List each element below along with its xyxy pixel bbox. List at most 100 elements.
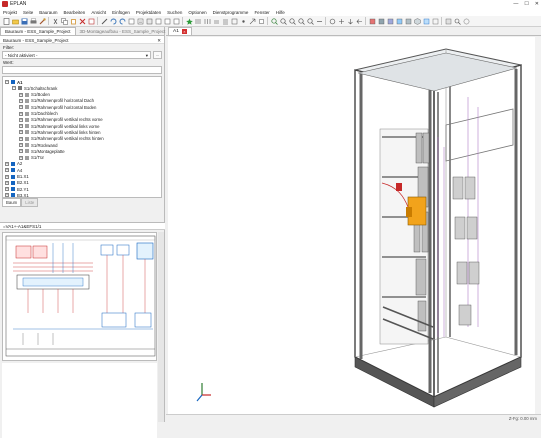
tab-liste[interactable]: Liste: [21, 198, 39, 207]
zoom-window-icon[interactable]: [279, 17, 287, 25]
menu-ansicht[interactable]: Ansicht: [88, 10, 109, 15]
macro-icon[interactable]: [163, 17, 171, 25]
tree-item[interactable]: + S1/Rahmenprofil vertikal rechts vorne: [19, 117, 103, 123]
rotate-icon[interactable]: [337, 17, 345, 25]
cut-icon[interactable]: [51, 17, 59, 25]
preview-scrollbar[interactable]: [158, 232, 164, 422]
tree-item[interactable]: + S1/Rückwand: [19, 142, 58, 148]
expand-icon[interactable]: +: [19, 124, 23, 129]
view-wire-icon[interactable]: [431, 17, 439, 25]
expand-icon[interactable]: +: [19, 149, 23, 154]
tree-item[interactable]: + B2.Y1: [5, 186, 29, 192]
view-top-icon[interactable]: [404, 17, 412, 25]
tree-item[interactable]: − A1: [5, 79, 23, 85]
expand-icon[interactable]: +: [5, 161, 9, 166]
frame-icon[interactable]: [230, 17, 238, 25]
open-folder-icon[interactable]: [11, 17, 19, 25]
print-icon[interactable]: [29, 17, 37, 25]
tree-item[interactable]: + S1/Tür: [19, 155, 44, 161]
expand-icon[interactable]: +: [19, 117, 23, 122]
wert-input[interactable]: [2, 66, 162, 74]
dot-icon[interactable]: [239, 17, 247, 25]
menu-fenster[interactable]: Fenster: [251, 10, 272, 15]
arrow-icon[interactable]: [248, 17, 256, 25]
tab-baum[interactable]: Baum: [2, 198, 22, 207]
report-icon[interactable]: [154, 17, 162, 25]
maximize-button[interactable]: ☐: [524, 0, 528, 8]
view-front-icon[interactable]: [368, 17, 376, 25]
close-panel-icon[interactable]: ✕: [157, 38, 161, 43]
pan-icon[interactable]: [328, 17, 336, 25]
tree-item[interactable]: + B2.X1: [5, 180, 29, 186]
properties-icon[interactable]: [87, 17, 95, 25]
cable-icon[interactable]: [203, 17, 211, 25]
tab-a1[interactable]: A1 ×: [168, 27, 192, 35]
connector-icon[interactable]: [194, 17, 202, 25]
tree-item[interactable]: + B3.X1: [5, 192, 29, 197]
expand-icon[interactable]: +: [19, 92, 23, 97]
expand-icon[interactable]: +: [5, 168, 9, 173]
expand-icon[interactable]: +: [5, 187, 9, 192]
potential-icon[interactable]: [221, 17, 229, 25]
minus-icon[interactable]: [315, 17, 323, 25]
menu-suchen[interactable]: Suchen: [164, 10, 185, 15]
menu-projekt[interactable]: Projekt: [0, 10, 20, 15]
close-window-button[interactable]: ✕: [535, 0, 539, 8]
view-back-icon[interactable]: [377, 17, 385, 25]
viewport-scrollbar[interactable]: [535, 37, 541, 414]
tree-item[interactable]: + S1/Rahmenprofil horizontal Boden: [19, 104, 96, 110]
menu-seite[interactable]: Seite: [20, 10, 36, 15]
expand-icon[interactable]: +: [5, 180, 9, 185]
tree-item[interactable]: − S1/Schaltschrank: [12, 85, 57, 91]
view-left-icon[interactable]: [386, 17, 394, 25]
expand-icon[interactable]: +: [19, 136, 23, 141]
collapse-icon[interactable]: −: [5, 80, 9, 84]
view-iso-icon[interactable]: [413, 17, 421, 25]
menu-dienstprogramme[interactable]: Dienstprogramme: [210, 10, 252, 15]
undo-icon[interactable]: [109, 17, 117, 25]
menu-optionen[interactable]: Optionen: [185, 10, 209, 15]
menu-projektdaten[interactable]: Projektdaten: [133, 10, 164, 15]
tree-item[interactable]: + S1/Rahmenprofil vertikal links hinten: [19, 129, 101, 135]
expand-icon[interactable]: +: [5, 174, 9, 179]
paste-icon[interactable]: [69, 17, 77, 25]
filter-select[interactable]: - Nicht aktiviert - ▾: [2, 51, 151, 59]
bus-icon[interactable]: [212, 17, 220, 25]
expand-icon[interactable]: +: [19, 105, 23, 110]
tree-item[interactable]: + S1/Rahmenprofil vertikal rechts hinten: [19, 136, 104, 142]
arrow-left-icon[interactable]: [355, 17, 363, 25]
tree-item[interactable]: + S1/Dachblech: [19, 111, 58, 117]
search-icon[interactable]: [453, 17, 461, 25]
expand-icon[interactable]: +: [19, 98, 23, 103]
copy-icon[interactable]: [60, 17, 68, 25]
3d-viewport[interactable]: [168, 37, 541, 414]
tab-3d-montageaufbau[interactable]: 3D-Montageaufbau - ESS_Sample_Project: [76, 28, 170, 35]
terminal-icon[interactable]: [172, 17, 180, 25]
tree-item[interactable]: + S1/Boden: [19, 92, 50, 98]
menu-hilfe[interactable]: Hilfe: [273, 10, 288, 15]
expand-icon[interactable]: +: [19, 111, 23, 116]
zoom-in-icon[interactable]: [270, 17, 278, 25]
zoom-all-icon[interactable]: [297, 17, 305, 25]
zoom-out-icon[interactable]: [288, 17, 296, 25]
menu-einfuegen[interactable]: Einfügen: [109, 10, 133, 15]
graphic-icon[interactable]: [145, 17, 153, 25]
tree-item[interactable]: + S1/Montageplatte: [19, 148, 65, 154]
delete-icon[interactable]: [78, 17, 86, 25]
help-icon[interactable]: [462, 17, 470, 25]
arrow-down-icon[interactable]: [346, 17, 354, 25]
schematic-preview[interactable]: [2, 232, 157, 361]
tab-bauraum[interactable]: Bauraum - ESS_Sample_Project: [0, 27, 76, 35]
close-tab-icon[interactable]: ×: [181, 29, 187, 34]
pen-icon[interactable]: [100, 17, 108, 25]
menu-bauraum[interactable]: Bauraum: [36, 10, 60, 15]
tree-item[interactable]: + A2: [5, 161, 22, 167]
expand-icon[interactable]: +: [19, 130, 23, 135]
page-forward-icon[interactable]: [127, 17, 135, 25]
zoom-page-icon[interactable]: [306, 17, 314, 25]
filter-more-button[interactable]: ...: [153, 51, 162, 59]
tree-item[interactable]: + S1/Rahmenprofil vertikal links vorne: [19, 123, 100, 129]
star-icon[interactable]: [185, 17, 193, 25]
tree-item[interactable]: + B1.X1: [5, 174, 29, 180]
redo-icon[interactable]: [118, 17, 126, 25]
